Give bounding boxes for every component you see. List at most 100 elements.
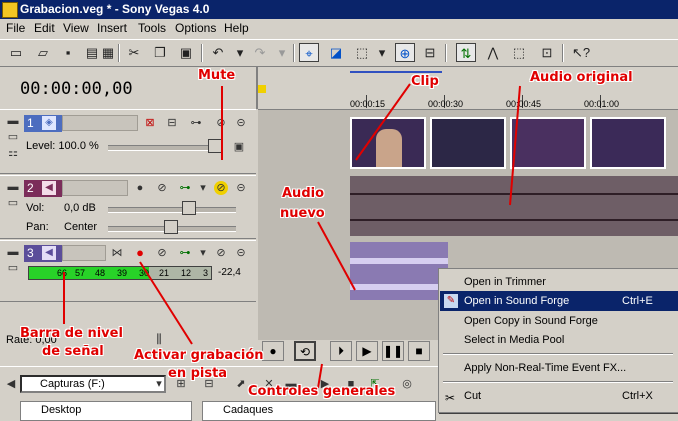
selection-tool-icon[interactable]: ⬚ <box>352 43 372 62</box>
meter-tick: 57 <box>75 268 86 278</box>
fx-dropdown-icon[interactable]: ▾ <box>196 246 210 260</box>
cut-icon[interactable]: ✂ <box>124 43 144 62</box>
folder-tree-item[interactable]: Desktop <box>41 404 81 416</box>
import-icon[interactable]: ⬈ <box>234 377 248 391</box>
arm-record-icon[interactable]: ● <box>133 246 147 260</box>
mute-icon[interactable]: ⊝ <box>234 116 248 130</box>
meter-tick: 3 <box>203 268 209 278</box>
normal-edit-tool-icon[interactable]: ⌖ <box>299 43 319 62</box>
menu-item-open-copy-in-sound-forge[interactable]: Open Copy in Sound Forge <box>440 311 678 331</box>
app-icon <box>2 2 18 18</box>
invert-phase-icon[interactable]: ⊘ <box>155 181 169 195</box>
track-number: 3 ◀ <box>24 245 62 262</box>
track-expand-icon[interactable]: ▭ <box>6 261 20 275</box>
folder-tree[interactable]: Desktop <box>20 401 192 421</box>
menu-item-apply-nrt-event-fx[interactable]: Apply Non-Real-Time Event FX... <box>440 358 678 378</box>
mute-video-icon[interactable]: ⊠ <box>143 116 157 130</box>
menu-item-cut[interactable]: ✂ Cut Ctrl+X <box>440 386 678 406</box>
play-from-start-button[interactable]: ⏵ <box>330 341 352 361</box>
arm-record-icon[interactable]: ● <box>133 181 147 195</box>
new-icon[interactable]: ▭ <box>6 43 26 62</box>
track-fx-icon[interactable]: ⊶ <box>178 246 192 260</box>
level-slider-track <box>108 145 214 151</box>
waveform-right <box>350 283 448 290</box>
video-output-icon[interactable]: ▣ <box>232 140 246 154</box>
menu-options[interactable]: Options <box>175 21 216 35</box>
track-header-audio-3[interactable]: ▬ ▭ 3 ◀ ⋈ ● ⊘ ⊶ ▾ ⊘ ⊝ 66 57 48 39 30 21 … <box>0 240 256 302</box>
file-list[interactable]: Cadaques <box>202 401 436 421</box>
file-list-item[interactable]: Cadaques <box>223 404 273 416</box>
auto-ripple-icon[interactable]: ⇅ <box>456 43 476 62</box>
track-header-video[interactable]: ▬ ▭ ⚏ 1 ◈ ⊠ ⊟ ⊶ ⊘ ⊝ Level: 100.0 % ▣ <box>0 109 256 174</box>
snapping-icon[interactable]: ⊕ <box>395 43 415 62</box>
rate-slider-icon[interactable]: ⫼ <box>152 332 166 346</box>
minimize-track-icon[interactable]: ▬ <box>6 114 20 128</box>
video-thumbnail[interactable] <box>430 117 506 169</box>
mute-icon[interactable]: ⊘ <box>214 181 228 195</box>
video-thumbnail[interactable] <box>590 117 666 169</box>
minimize-track-icon[interactable]: ▬ <box>6 245 20 259</box>
track-motion-icon[interactable]: ⊟ <box>165 116 179 130</box>
loop-region-bar[interactable] <box>350 71 442 73</box>
loop-playback-button[interactable]: ⟲ <box>294 341 316 361</box>
audio-event-original[interactable] <box>350 176 678 236</box>
tool-dropdown-icon[interactable]: ▾ <box>372 43 392 62</box>
ignore-grouping-icon[interactable]: ⬚ <box>509 43 529 62</box>
video-thumbnail[interactable] <box>510 117 586 169</box>
menu-help[interactable]: Help <box>224 21 249 35</box>
menu-insert[interactable]: Insert <box>97 21 127 35</box>
record-input-icon[interactable]: ⋈ <box>110 246 124 260</box>
redo-dropdown-icon[interactable]: ▾ <box>272 43 292 62</box>
video-thumbnail[interactable] <box>350 117 426 169</box>
track-header-audio-2[interactable]: ▬ ▭ 2 ◀ ● ⊘ ⊶ ▾ ⊘ ⊝ Vol: 0,0 dB Pan: Cen… <box>0 175 256 239</box>
track-name-field[interactable] <box>62 180 128 196</box>
up-folder-icon[interactable]: ◀ <box>4 377 18 391</box>
drive-select[interactable]: Capturas (F:) <box>20 375 166 393</box>
search-icon[interactable]: ◎ <box>400 377 414 391</box>
open-icon[interactable]: ▱ <box>33 43 53 62</box>
track-expand-icon[interactable]: ▭ <box>6 196 20 210</box>
track-expand-icon[interactable]: ▭ <box>6 130 20 144</box>
undo-icon[interactable]: ↶ <box>208 43 228 62</box>
track-fx-icon[interactable]: ⊶ <box>189 116 203 130</box>
redo-icon[interactable]: ↷ <box>250 43 270 62</box>
pause-button[interactable]: ❚❚ <box>382 341 404 361</box>
minimize-track-icon[interactable]: ▬ <box>6 180 20 194</box>
lock-envelopes-icon[interactable]: ⋀ <box>483 43 503 62</box>
solo-icon[interactable]: ⊝ <box>234 181 248 195</box>
pan-slider-knob[interactable] <box>164 220 178 234</box>
menu-view[interactable]: View <box>63 21 89 35</box>
menu-item-open-in-trimmer[interactable]: Open in Trimmer <box>440 272 678 292</box>
solo-icon[interactable]: ⊘ <box>214 116 228 130</box>
invert-phase-icon[interactable]: ⊘ <box>155 246 169 260</box>
stop-button[interactable]: ■ <box>408 341 430 361</box>
menu-file[interactable]: File <box>6 21 25 35</box>
track-fx-icon[interactable]: ⊶ <box>178 181 192 195</box>
fx-dropdown-icon[interactable]: ▾ <box>196 181 210 195</box>
track-name-field[interactable] <box>62 115 138 131</box>
vol-value: 0,0 dB <box>64 202 96 214</box>
event-tool-icon[interactable]: ⊡ <box>537 43 557 62</box>
play-button[interactable]: ▶ <box>356 341 378 361</box>
track-name-field[interactable] <box>62 245 106 261</box>
volume-slider-knob[interactable] <box>182 201 196 215</box>
track-composite-icon[interactable]: ⚏ <box>6 146 20 160</box>
properties-icon[interactable]: ▦ <box>98 43 118 62</box>
dropdown-arrow-icon[interactable]: ▾ <box>152 377 166 391</box>
save-icon[interactable]: ▪ <box>58 43 78 62</box>
paste-icon[interactable]: ▣ <box>176 43 196 62</box>
record-button[interactable]: ● <box>262 341 284 361</box>
envelope-tool-icon[interactable]: ◪ <box>326 43 346 62</box>
level-slider-knob[interactable] <box>208 139 222 153</box>
auto-crossfade-icon[interactable]: ⊟ <box>420 43 440 62</box>
mute-icon[interactable]: ⊘ <box>214 246 228 260</box>
whats-this-help-icon[interactable]: ↖? <box>571 43 591 62</box>
menu-item-open-in-sound-forge[interactable]: ✎ Open in Sound Forge Ctrl+E <box>440 291 678 311</box>
menu-item-select-in-media-pool[interactable]: Select in Media Pool <box>440 330 678 350</box>
menu-tools[interactable]: Tools <box>138 21 166 35</box>
undo-dropdown-icon[interactable]: ▾ <box>230 43 250 62</box>
menu-edit[interactable]: Edit <box>34 21 55 35</box>
copy-icon[interactable]: ❐ <box>150 43 170 62</box>
audio-event-new[interactable] <box>350 242 448 300</box>
solo-icon[interactable]: ⊝ <box>234 246 248 260</box>
